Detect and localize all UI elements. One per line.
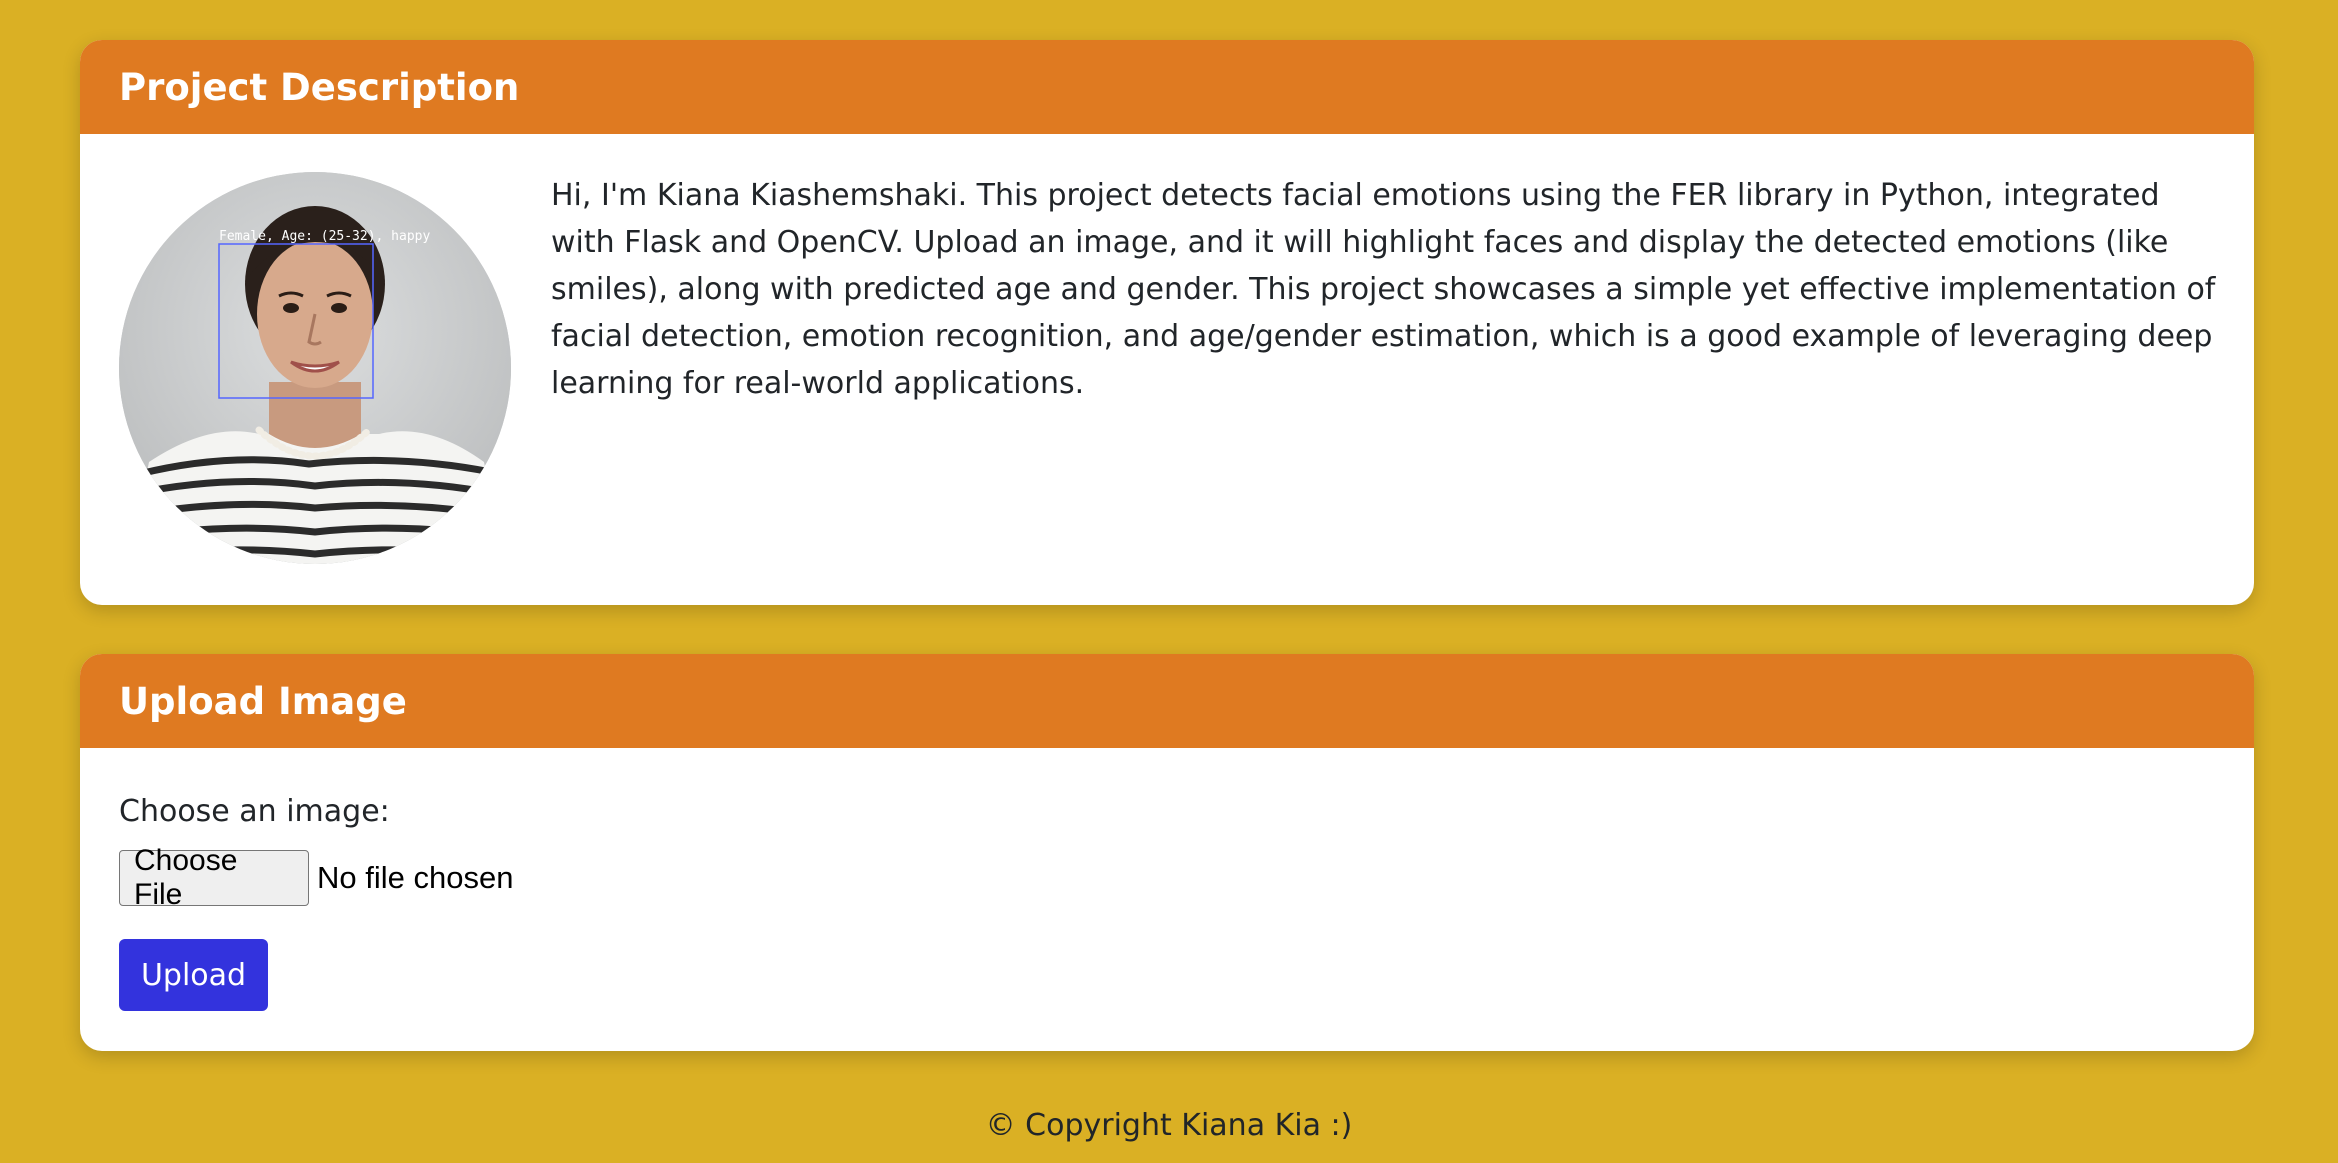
footer-copyright: © Copyright Kiana Kia :) [985, 1108, 1353, 1143]
project-description-card: Project Description Female, Age: (25-32)… [80, 40, 2254, 605]
file-status-text: No file chosen [317, 860, 514, 895]
profile-photo: Female, Age: (25-32), happy [119, 172, 511, 564]
project-description-title: Project Description [119, 65, 520, 109]
face-detection-label: Female, Age: (25-32), happy [219, 229, 430, 244]
upload-image-title: Upload Image [119, 679, 407, 723]
project-description-text: Hi, I'm Kiana Kiashemshaki. This project… [551, 178, 2216, 401]
upload-image-header: Upload Image [80, 654, 2254, 748]
project-description-header: Project Description [80, 40, 2254, 134]
choose-file-button[interactable]: Choose File [119, 844, 309, 911]
file-input[interactable]: Choose File No file chosen [119, 844, 514, 911]
choose-image-label: Choose an image: [119, 794, 390, 829]
upload-image-card: Upload Image Choose an image: Choose Fil… [80, 654, 2254, 1051]
profile-photo-illustration: Female, Age: (25-32), happy [119, 172, 511, 564]
upload-button[interactable]: Upload [119, 939, 268, 1011]
